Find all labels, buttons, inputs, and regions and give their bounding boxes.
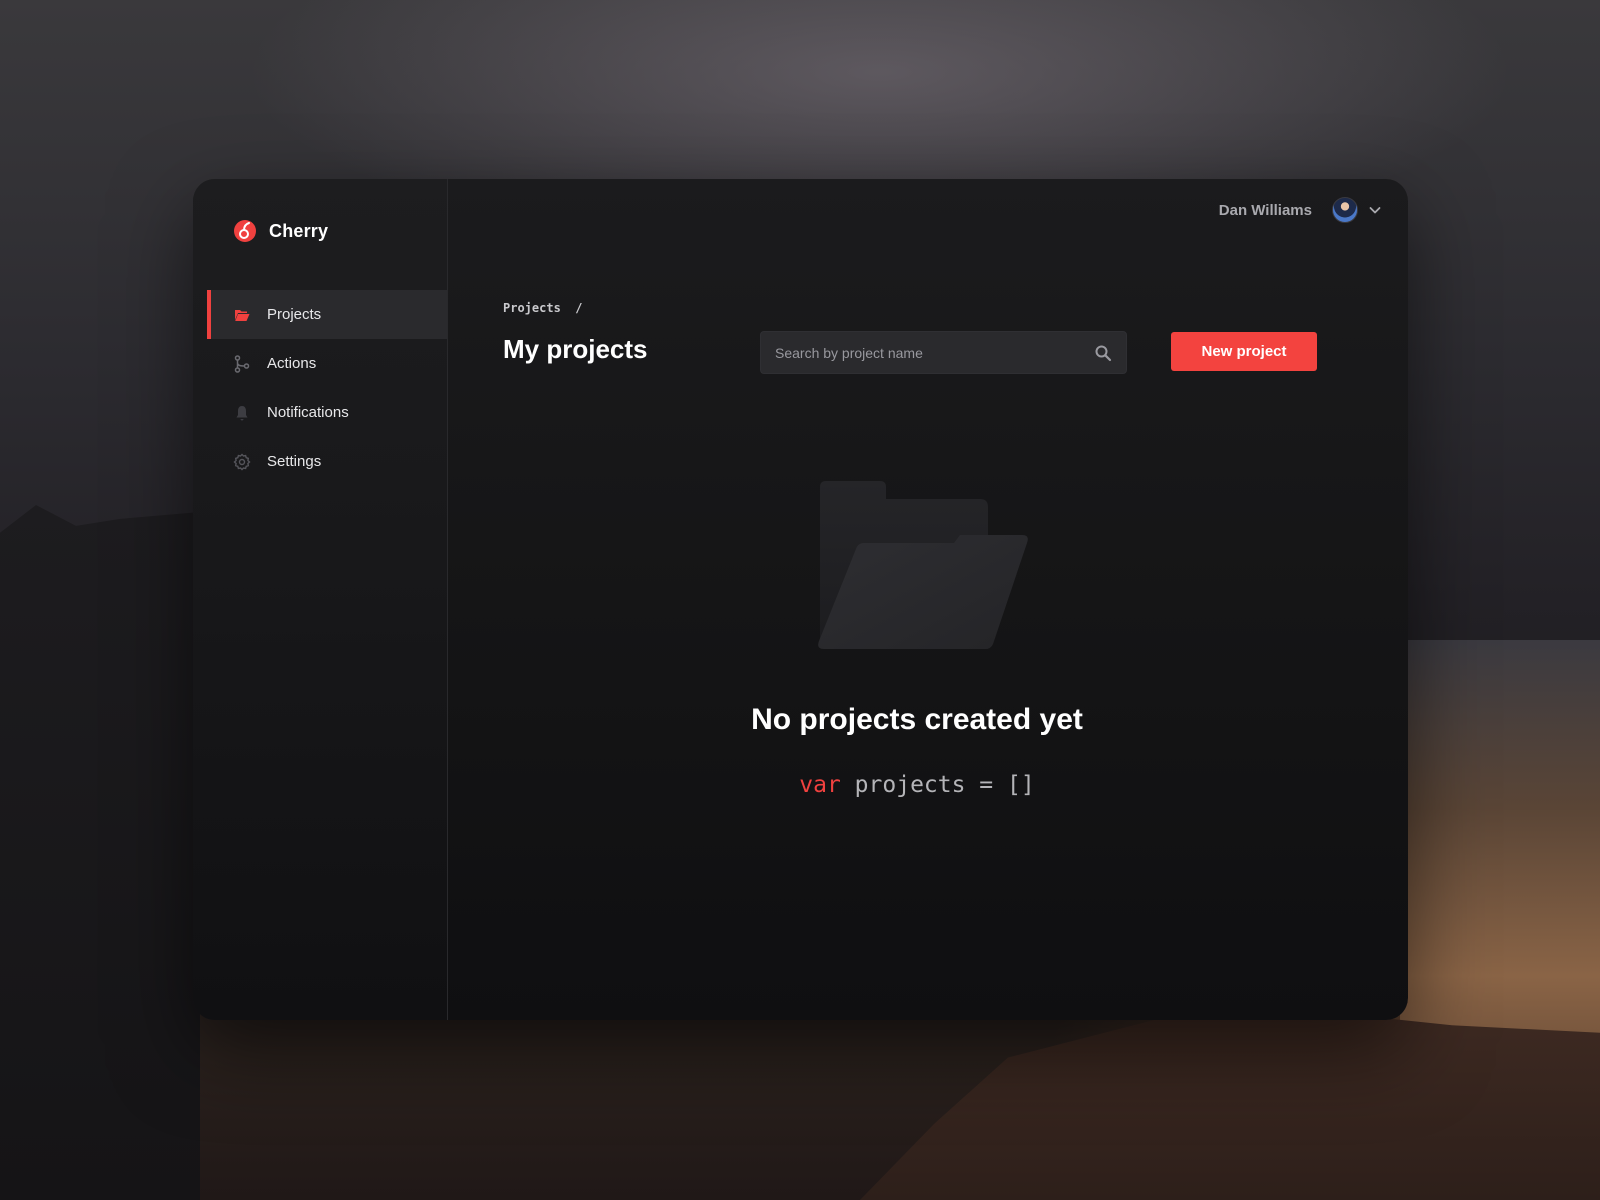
empty-state-code: var projects = []	[448, 772, 1408, 798]
app-window: Cherry Projects Actions Notifications Se…	[193, 179, 1408, 1020]
main-content: Dan Williams Projects / My projects New …	[448, 179, 1408, 1020]
sidebar-item-actions[interactable]: Actions	[207, 339, 447, 388]
background-landscape-right	[1400, 640, 1600, 1200]
search-input[interactable]	[775, 344, 1094, 361]
sidebar-item-notifications[interactable]: Notifications	[207, 388, 447, 437]
code-rest: projects = []	[840, 772, 1035, 798]
sidebar-item-label: Settings	[267, 453, 322, 470]
git-branch-icon	[233, 354, 251, 373]
background-rock	[860, 1010, 1600, 1200]
user-name: Dan Williams	[1218, 201, 1312, 219]
search-icon[interactable]	[1094, 344, 1112, 362]
sidebar-nav: Projects Actions Notifications Settings	[207, 290, 447, 486]
chevron-down-icon[interactable]	[1368, 203, 1382, 217]
brand[interactable]: Cherry	[233, 219, 328, 243]
sidebar-item-projects[interactable]: Projects	[207, 290, 447, 339]
gear-icon	[233, 453, 251, 471]
sidebar-item-label: Notifications	[267, 404, 349, 421]
sidebar: Cherry Projects Actions Notifications Se…	[193, 179, 448, 1020]
empty-folder-icon	[818, 481, 1028, 649]
search-box[interactable]	[760, 331, 1127, 374]
user-menu[interactable]: Dan Williams	[1219, 197, 1382, 223]
folder-open-icon	[233, 306, 251, 324]
page-title: My projects	[503, 334, 648, 364]
code-keyword: var	[799, 772, 841, 798]
bell-icon	[233, 404, 251, 422]
brand-name: Cherry	[269, 220, 329, 241]
new-project-button[interactable]: New project	[1171, 332, 1317, 371]
sidebar-item-label: Projects	[267, 306, 322, 323]
cherry-logo-icon	[234, 220, 256, 242]
breadcrumb[interactable]: Projects /	[503, 301, 582, 315]
background-mountain-left	[0, 505, 200, 1200]
sidebar-item-label: Actions	[267, 355, 317, 372]
avatar[interactable]	[1332, 197, 1358, 223]
sidebar-item-settings[interactable]: Settings	[207, 437, 447, 486]
empty-state-title: No projects created yet	[751, 703, 1083, 736]
